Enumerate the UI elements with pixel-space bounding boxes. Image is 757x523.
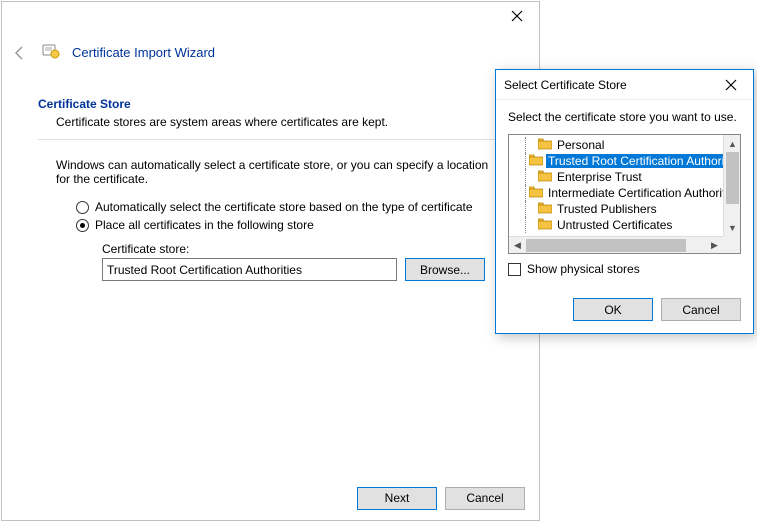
radio-auto-select[interactable]: Automatically select the certificate sto… — [76, 200, 503, 214]
close-icon[interactable] — [494, 2, 539, 30]
folder-icon — [538, 138, 552, 153]
next-button[interactable]: Next — [357, 487, 437, 510]
folder-icon — [529, 154, 543, 169]
cancel-button[interactable]: Cancel — [445, 487, 525, 510]
close-icon[interactable] — [708, 70, 753, 100]
browse-button-label: Browse... — [420, 263, 470, 277]
tree-item[interactable]: Trusted Publishers — [513, 201, 723, 217]
separator — [38, 139, 503, 140]
radio-place-in-store[interactable]: Place all certificates in the following … — [76, 218, 503, 232]
tree-item[interactable]: Trusted Root Certification Authorities — [513, 153, 723, 169]
wizard-titlebar — [2, 2, 539, 32]
wizard-header: Certificate Import Wizard — [2, 32, 539, 67]
ok-button[interactable]: OK — [573, 298, 653, 321]
tree-item[interactable]: Enterprise Trust — [513, 169, 723, 185]
radio-place-label: Place all certificates in the following … — [95, 218, 314, 232]
scroll-right-icon[interactable]: ▶ — [706, 237, 723, 254]
scroll-down-icon[interactable]: ▼ — [724, 219, 741, 236]
folder-icon — [538, 170, 552, 185]
store-tree: Personal Trusted Root Certification Autho… — [508, 134, 741, 254]
horizontal-scroll-thumb[interactable] — [526, 239, 686, 252]
cancel-button-label: Cancel — [466, 491, 503, 505]
tree-branch-icon — [525, 201, 535, 217]
radio-auto-label: Automatically select the certificate sto… — [95, 200, 473, 214]
wizard-body: Certificate Store Certificate stores are… — [2, 67, 539, 281]
dialog-cancel-label: Cancel — [682, 303, 719, 317]
show-physical-label: Show physical stores — [527, 262, 640, 276]
checkbox-icon — [508, 263, 521, 276]
tree-item[interactable]: Untrusted Certificates — [513, 217, 723, 233]
tree-item-label: Trusted Root Certification Authorities — [546, 154, 723, 168]
radio-icon — [76, 201, 89, 214]
vertical-scroll-thumb[interactable] — [726, 152, 739, 204]
dialog-body: Select the certificate store you want to… — [496, 100, 753, 288]
tree-item-label: Enterprise Trust — [555, 170, 644, 184]
certificate-store-input[interactable] — [102, 258, 397, 281]
store-tree-viewport[interactable]: Personal Trusted Root Certification Autho… — [509, 135, 723, 236]
vertical-scrollbar[interactable]: ▲ ▼ — [723, 135, 740, 236]
certificate-icon — [42, 42, 60, 63]
dialog-cancel-button[interactable]: Cancel — [661, 298, 741, 321]
section-title: Certificate Store — [38, 97, 503, 111]
folder-icon — [538, 202, 552, 217]
folder-icon — [529, 186, 543, 201]
dialog-instruction: Select the certificate store you want to… — [508, 110, 741, 124]
wizard-title: Certificate Import Wizard — [72, 45, 215, 60]
wizard-footer: Next Cancel — [2, 476, 539, 520]
tree-item[interactable]: Intermediate Certification Authorities — [513, 185, 723, 201]
tree-item[interactable]: Personal — [513, 137, 723, 153]
ok-button-label: OK — [604, 303, 621, 317]
scroll-up-icon[interactable]: ▲ — [724, 135, 741, 152]
tree-item-label: Personal — [555, 138, 606, 152]
browse-button[interactable]: Browse... — [405, 258, 485, 281]
back-arrow-icon[interactable] — [10, 43, 30, 63]
tree-branch-icon — [525, 153, 526, 169]
store-row: Browse... — [102, 258, 503, 281]
tree-branch-icon — [525, 217, 535, 233]
show-physical-checkbox[interactable]: Show physical stores — [508, 262, 741, 276]
dialog-title: Select Certificate Store — [504, 78, 627, 92]
radio-icon — [76, 219, 89, 232]
store-field-label: Certificate store: — [102, 242, 503, 256]
next-button-label: Next — [385, 491, 410, 505]
tree-item-label: Untrusted Certificates — [555, 218, 674, 232]
tree-branch-icon — [525, 185, 526, 201]
select-store-dialog: Select Certificate Store Select the cert… — [495, 69, 754, 334]
tree-item-label: Intermediate Certification Authorities — [546, 186, 723, 200]
wizard-window: Certificate Import Wizard Certificate St… — [1, 1, 540, 521]
scroll-left-icon[interactable]: ◀ — [509, 237, 526, 254]
section-description: Certificate stores are system areas wher… — [56, 115, 503, 129]
dialog-titlebar: Select Certificate Store — [496, 70, 753, 100]
dialog-footer: OK Cancel — [496, 288, 753, 333]
scrollbar-corner — [723, 236, 740, 253]
tree-item-label: Trusted Publishers — [555, 202, 659, 216]
tree-branch-icon — [525, 169, 535, 185]
horizontal-scrollbar[interactable]: ◀ ▶ — [509, 236, 723, 253]
instruction-text: Windows can automatically select a certi… — [56, 158, 503, 186]
folder-icon — [538, 218, 552, 233]
tree-branch-icon — [525, 137, 535, 153]
